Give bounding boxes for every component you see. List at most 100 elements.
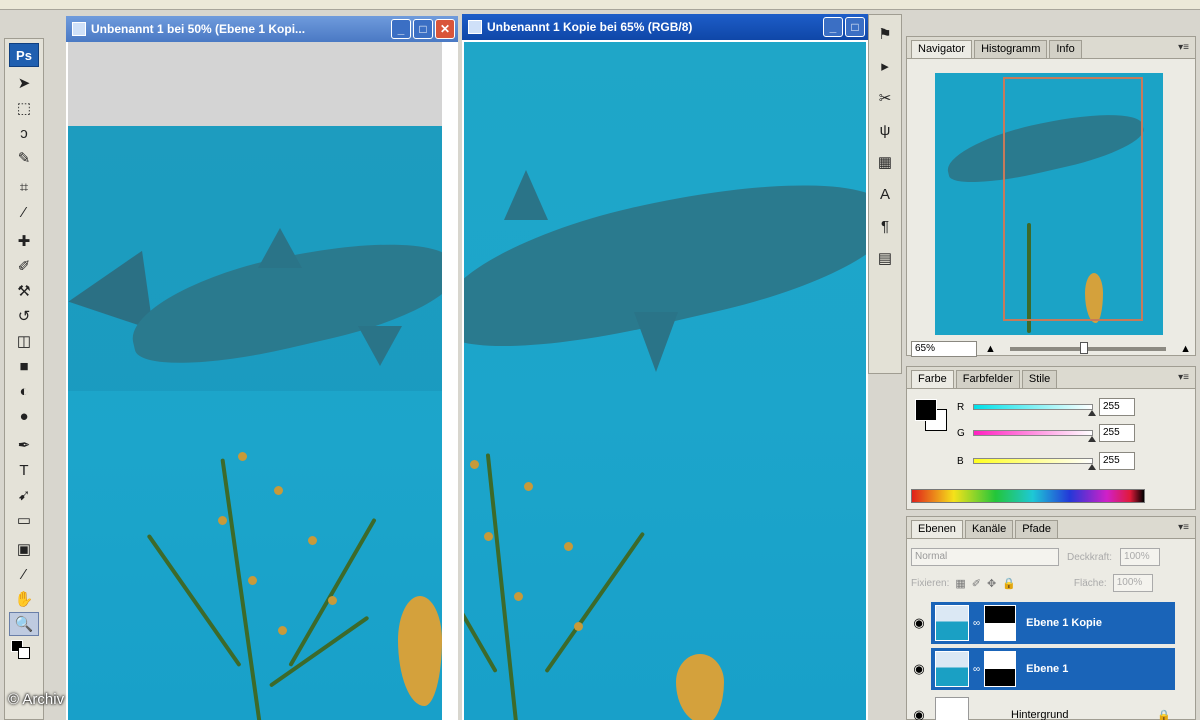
navigator-thumbnail[interactable] [935, 73, 1163, 335]
zoom-in-icon[interactable]: ▲ [1180, 343, 1191, 355]
lock-pixels-icon[interactable]: ✐ [972, 577, 981, 590]
document-2-canvas[interactable] [464, 42, 866, 720]
layer-row[interactable]: ◉ ∞ Ebene 1 Kopie [907, 601, 1195, 645]
zoom-level-field[interactable]: 65% [911, 341, 977, 357]
actions-panel-icon[interactable]: ▸ [872, 53, 898, 79]
hand-tool[interactable]: ✋ [9, 587, 39, 611]
photoshop-logo[interactable]: Ps [9, 43, 39, 67]
lock-all-icon[interactable]: 🔒 [1002, 577, 1016, 590]
channel-value-field[interactable]: 255 [1099, 452, 1135, 470]
marquee-tool[interactable]: ⬚ [9, 96, 39, 120]
eyedropper-tool[interactable]: ⁄ [9, 200, 39, 224]
document-2-titlebar[interactable]: Unbenannt 1 Kopie bei 65% (RGB/8) _ □ [462, 14, 868, 40]
history-panel-icon[interactable]: ⚑ [872, 21, 898, 47]
fill-field[interactable]: 100% [1112, 574, 1153, 592]
visibility-eye-icon[interactable]: ◉ [907, 615, 931, 631]
shark-pectoral-fin [634, 312, 678, 372]
channel-slider[interactable] [973, 404, 1096, 416]
healing-tool[interactable]: ✚ [9, 229, 39, 253]
paragraph-panel-icon[interactable]: ¶ [872, 213, 898, 239]
color-spectrum-bar[interactable] [911, 489, 1145, 503]
opacity-field[interactable]: 100% [1120, 548, 1161, 566]
color-foreground-swatch[interactable] [915, 399, 937, 421]
minimize-button[interactable]: _ [823, 17, 843, 37]
pen-tool[interactable]: ✒ [9, 433, 39, 457]
document-1-titlebar[interactable]: Unbenannt 1 bei 50% (Ebene 1 Kopi... _ □… [66, 16, 458, 42]
document-1-title: Unbenannt 1 bei 50% (Ebene 1 Kopi... [91, 22, 306, 36]
channel-slider[interactable] [973, 430, 1096, 442]
panel-menu-icon[interactable]: ▾≡ [1178, 372, 1189, 383]
zoom-tool[interactable]: 🔍 [9, 612, 39, 636]
lasso-tool[interactable]: ↄ [9, 121, 39, 145]
layer-mask-thumbnail[interactable] [984, 651, 1017, 687]
slider-knob[interactable] [1088, 436, 1096, 442]
mask-link-icon[interactable]: ∞ [973, 664, 980, 675]
tab-channels[interactable]: Kanäle [964, 520, 1014, 538]
tab-styles[interactable]: Stile [1021, 370, 1058, 388]
tab-info[interactable]: Info [1049, 40, 1082, 58]
dodge-tool[interactable]: ● [9, 404, 39, 428]
tab-color[interactable]: Farbe [911, 370, 954, 388]
visibility-eye-icon[interactable]: ◉ [907, 661, 931, 677]
notes-tool[interactable]: ▣ [9, 537, 39, 561]
eraser-tool[interactable]: ◫ [9, 329, 39, 353]
visibility-eye-icon[interactable]: ◉ [907, 707, 931, 720]
blur-tool[interactable]: ◐ [9, 379, 39, 403]
lock-transparency-icon[interactable]: ▦ [955, 577, 965, 590]
tab-histogram[interactable]: Histogramm [974, 40, 1048, 58]
layer-body[interactable]: ∞ Ebene 1 [931, 648, 1175, 690]
tool-presets-icon[interactable]: ✂ [872, 85, 898, 111]
stamp-tool[interactable]: ⚒ [9, 279, 39, 303]
panel-menu-icon[interactable]: ▾≡ [1178, 42, 1189, 53]
channel-value-field[interactable]: 255 [1099, 398, 1135, 416]
document-window-2[interactable]: Unbenannt 1 Kopie bei 65% (RGB/8) _ □ [462, 14, 868, 720]
layers-panel-tabs: Ebenen Kanäle Pfade ▾≡ [907, 517, 1195, 539]
lock-position-icon[interactable]: ✥ [987, 577, 996, 590]
tab-swatches[interactable]: Farbfelder [955, 370, 1020, 388]
zoom-out-icon[interactable]: ▲ [985, 343, 996, 355]
gradient-tool[interactable]: ■ [9, 354, 39, 378]
path-select-tool[interactable]: ➹ [9, 483, 39, 507]
crop-tool[interactable]: ⌗ [9, 175, 39, 199]
tab-paths[interactable]: Pfade [1015, 520, 1058, 538]
color-swatches[interactable] [9, 638, 39, 662]
slider-knob[interactable] [1088, 464, 1096, 470]
zoom-slider-knob[interactable] [1080, 342, 1089, 354]
brush-tool[interactable]: ✐ [9, 254, 39, 278]
navigator-view-box[interactable] [1003, 77, 1143, 321]
type-tool[interactable]: T [9, 458, 39, 482]
layer-body[interactable]: Hintergrund 🔒 [931, 694, 1175, 720]
fill-label: Fläche: [1073, 577, 1107, 589]
clone-source-icon[interactable]: ▦ [872, 149, 898, 175]
minimize-button[interactable]: _ [391, 19, 411, 39]
channel-value-field[interactable]: 255 [1099, 424, 1135, 442]
layer-comps-icon[interactable]: ▤ [872, 245, 898, 271]
eyedropper2-tool[interactable]: ⁄ [9, 562, 39, 586]
move-tool[interactable]: ➤ [9, 71, 39, 95]
maximize-button[interactable]: □ [845, 17, 865, 37]
layer-row[interactable]: ◉ Hintergrund 🔒 [907, 693, 1195, 720]
document-window-1[interactable]: Unbenannt 1 bei 50% (Ebene 1 Kopi... _ □… [66, 16, 458, 720]
blend-mode-select[interactable]: Normal [911, 548, 1059, 566]
tool-separator [5, 224, 43, 228]
document-1-canvas[interactable] [68, 126, 442, 720]
character-panel-icon[interactable]: A [872, 181, 898, 207]
background-color-swatch[interactable] [18, 647, 30, 659]
layer-mask-thumbnail[interactable] [984, 605, 1017, 641]
mask-link-icon[interactable]: ∞ [973, 618, 980, 629]
tab-navigator[interactable]: Navigator [911, 40, 973, 58]
shape-tool[interactable]: ▭ [9, 508, 39, 532]
collapsed-panels-strip: ⚑ ▸ ✂ ψ ▦ A ¶ ▤ [868, 14, 902, 374]
slider-knob[interactable] [1088, 410, 1096, 416]
history-brush-tool[interactable]: ↺ [9, 304, 39, 328]
layer-row[interactable]: ◉ ∞ Ebene 1 [907, 647, 1195, 691]
zoom-slider[interactable] [1009, 342, 1167, 354]
brushes-panel-icon[interactable]: ψ [872, 117, 898, 143]
quick-select-tool[interactable]: ✎ [9, 146, 39, 170]
channel-slider[interactable] [973, 458, 1096, 470]
layer-body[interactable]: ∞ Ebene 1 Kopie [931, 602, 1175, 644]
tab-layers[interactable]: Ebenen [911, 520, 963, 538]
close-button[interactable]: ✕ [435, 19, 455, 39]
maximize-button[interactable]: □ [413, 19, 433, 39]
panel-menu-icon[interactable]: ▾≡ [1178, 522, 1189, 533]
